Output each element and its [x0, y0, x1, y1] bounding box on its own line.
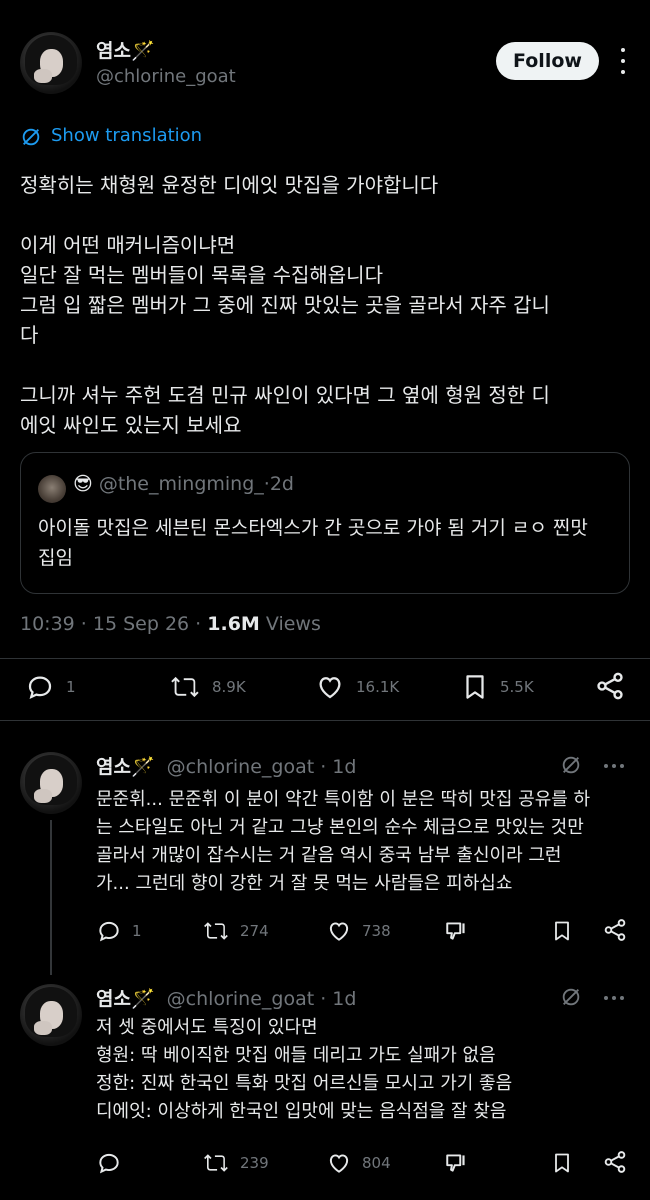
more-options-icon[interactable] — [604, 764, 624, 768]
bookmark-count: 5.5K — [500, 678, 534, 696]
repost-button[interactable]: 239 — [202, 1150, 269, 1176]
repost-count: 239 — [240, 1154, 269, 1172]
reply-display-name[interactable]: 염소🪄 — [96, 756, 155, 778]
reply-avatar[interactable] — [20, 752, 82, 814]
reply-separator: · — [314, 756, 333, 778]
heart-icon — [319, 677, 341, 699]
dislike-icon — [446, 1154, 465, 1172]
bookmark-button[interactable]: 5.5K — [460, 672, 534, 702]
quoted-emoji-badge: 😎 — [73, 473, 93, 495]
translate-icon — [20, 126, 42, 148]
share-button[interactable] — [602, 1149, 628, 1175]
meta-dot: · — [189, 613, 208, 635]
bookmark-button[interactable] — [550, 1150, 574, 1176]
repost-count: 8.9K — [212, 678, 246, 696]
reply-body: 문준휘... 문준휘 이 분이 약간 특이함 이 분은 딱히 맛집 공유를 하 … — [96, 789, 591, 894]
bookmark-icon — [555, 1153, 569, 1173]
repost-button[interactable]: 274 — [202, 918, 269, 944]
reply-time[interactable]: 1d — [332, 756, 356, 778]
heart-icon — [329, 922, 349, 941]
reply-time[interactable]: 1d — [332, 988, 356, 1010]
author-handle[interactable]: @chlorine_goat — [96, 66, 236, 87]
share-button[interactable] — [602, 917, 628, 943]
reply-button[interactable]: 1 — [24, 672, 76, 702]
reply-button[interactable] — [96, 1150, 122, 1176]
repost-button[interactable]: 8.9K — [168, 672, 246, 702]
bookmark-icon — [466, 675, 484, 699]
share-icon — [597, 672, 623, 700]
reply-count: 1 — [66, 678, 76, 696]
share-icon — [604, 919, 626, 941]
divider — [0, 720, 650, 721]
repost-icon — [204, 922, 228, 940]
reply-icon — [99, 1153, 119, 1174]
reply-button[interactable]: 1 — [96, 918, 142, 944]
tweet-meta: 10:39 · 15 Sep 26 · 1.6M Views — [20, 613, 321, 635]
like-count: 738 — [362, 922, 391, 940]
reply-icon — [28, 676, 52, 700]
divider — [0, 658, 650, 659]
author-avatar[interactable] — [20, 32, 82, 94]
bookmark-button[interactable] — [550, 918, 574, 944]
reply-separator: · — [314, 988, 333, 1010]
tweet-date[interactable]: 15 Sep 26 — [93, 613, 189, 635]
thread-line — [50, 820, 52, 975]
repost-icon — [204, 1154, 228, 1172]
views-count: 1.6M — [207, 613, 260, 635]
dislike-icon — [446, 922, 465, 940]
repost-icon — [171, 676, 199, 698]
reply-handle[interactable]: @chlorine_goat — [167, 988, 315, 1010]
share-icon — [604, 1151, 626, 1173]
stats-button[interactable] — [444, 1150, 470, 1176]
heart-icon — [329, 1154, 349, 1173]
quoted-handle[interactable]: @the_mingming_ — [99, 473, 264, 495]
like-button[interactable]: 738 — [326, 918, 391, 944]
reply-count: 1 — [132, 922, 142, 940]
author-display-name[interactable]: 염소🪄 — [96, 36, 155, 63]
tweet-time[interactable]: 10:39 — [20, 613, 75, 635]
show-translation-link[interactable]: Show translation — [51, 125, 202, 146]
quoted-body: 아이돌 맛집은 세븐틴 몬스타엑스가 간 곳으로 가야 됨 거기 ㄹㅇ 찐맛 집… — [38, 517, 588, 569]
bookmark-icon — [555, 921, 569, 941]
translate-icon[interactable] — [560, 754, 582, 776]
more-options-icon[interactable] — [604, 996, 624, 1000]
quoted-tweet[interactable]: 😎 @the_mingming_ · 2d 아이돌 맛집은 세븐틴 몬스타엑스가… — [20, 452, 630, 594]
like-button[interactable]: 16.1K — [314, 672, 399, 702]
follow-button[interactable]: Follow — [496, 42, 599, 80]
translate-icon[interactable] — [560, 986, 582, 1008]
reply-display-name[interactable]: 염소🪄 — [96, 988, 155, 1010]
reply-handle[interactable]: @chlorine_goat — [167, 756, 315, 778]
reply-body: 저 셋 중에서도 특징이 있다면 형원: 딱 베이직한 맛집 애들 데리고 가도… — [96, 1017, 513, 1122]
like-button[interactable]: 804 — [326, 1150, 391, 1176]
more-options-icon[interactable] — [618, 48, 628, 74]
quoted-avatar — [38, 475, 66, 503]
meta-dot: · — [74, 613, 93, 635]
repost-count: 274 — [240, 922, 269, 940]
reply-icon — [99, 921, 119, 942]
share-button[interactable] — [594, 670, 626, 702]
reply-avatar[interactable] — [20, 984, 82, 1046]
like-count: 804 — [362, 1154, 391, 1172]
quoted-time[interactable]: 2d — [270, 473, 294, 495]
views-label: Views — [259, 613, 321, 635]
like-count: 16.1K — [356, 678, 400, 696]
stats-button[interactable] — [444, 918, 470, 944]
tweet-body: 정확히는 채형원 윤정한 디에잇 맛집을 가야합니다 이게 어떤 매커니즘이냐면… — [20, 173, 550, 437]
